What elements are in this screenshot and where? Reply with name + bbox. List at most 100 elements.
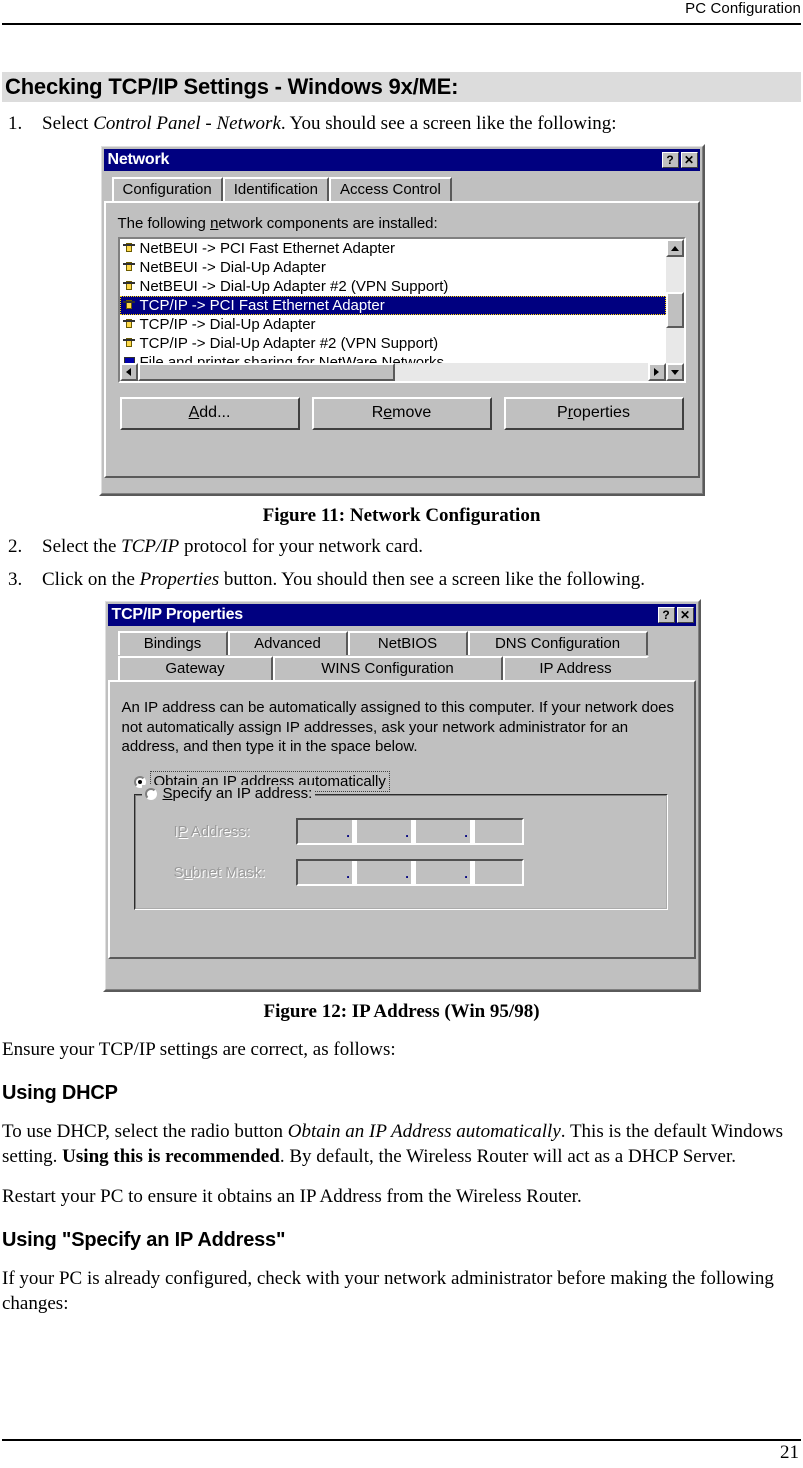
page-number: 21: [780, 1442, 799, 1463]
step-2-number: 2.: [8, 536, 23, 558]
hscroll-thumb[interactable]: [137, 363, 395, 382]
list-item[interactable]: NetBEUI -> PCI Fast Ethernet Adapter: [120, 239, 666, 258]
list-item-label: TCP/IP -> Dial-Up Adapter: [139, 316, 316, 334]
horizontal-scrollbar[interactable]: [119, 363, 666, 382]
network-configuration-page: The following network components are ins…: [103, 201, 700, 479]
list-item-label: NetBEUI -> Dial-Up Adapter #2 (VPN Suppo…: [139, 278, 449, 296]
page-footer: 21: [2, 1439, 801, 1464]
list-item[interactable]: File and printer sharing for NetWare Net…: [120, 353, 666, 364]
radio-specify-address[interactable]: [144, 787, 157, 800]
ip-octet-1[interactable]: [298, 820, 345, 843]
step-3-emphasis: Properties: [139, 568, 220, 590]
list-item[interactable]: NetBEUI -> Dial-Up Adapter #2 (VPN Suppo…: [120, 277, 666, 296]
add-button-mnemonic: A: [188, 404, 200, 422]
subnet-label-post: bnet Mask:: [191, 864, 266, 882]
vertical-scrollbar[interactable]: [665, 239, 684, 382]
hscroll-track[interactable]: [394, 363, 648, 382]
tab-gateway[interactable]: Gateway: [117, 655, 273, 680]
specify-label: Specify an IP address:: [163, 785, 313, 802]
protocol-icon: [122, 242, 137, 256]
step-3-text: Click on the Properties button. You shou…: [42, 567, 801, 592]
components-label-post: etwork components are installed:: [218, 215, 438, 233]
subnet-octet-4[interactable]: [475, 861, 522, 884]
tab-dns-configuration[interactable]: DNS Configuration: [467, 630, 648, 655]
step-1-post: . You should see a screen like the follo…: [280, 113, 617, 134]
add-button[interactable]: Add...: [119, 397, 300, 431]
components-list-label: The following network components are ins…: [118, 215, 686, 232]
subnet-label-pre: S: [173, 864, 184, 882]
step-3: 3. Click on the Properties button. You s…: [2, 567, 801, 592]
subnet-octet-2[interactable]: [357, 861, 404, 884]
network-dialog-frame: Network ? ✕ Configuration Identification…: [100, 146, 703, 495]
tab-advanced[interactable]: Advanced: [227, 630, 348, 655]
protocol-icon: [122, 337, 137, 351]
section-heading-title: Checking TCP/IP Settings - Windows 9x/ME…: [5, 74, 459, 99]
ip-octet-4[interactable]: [475, 820, 522, 843]
page-header: PC Configuration: [0, 0, 803, 28]
tab-ip-address[interactable]: IP Address: [502, 655, 649, 680]
network-dialog-titlebar: Network ? ✕: [103, 149, 700, 172]
tab-configuration[interactable]: Configuration: [111, 177, 223, 202]
remove-button-mnemonic: e: [383, 404, 393, 422]
chevron-down-icon: [670, 369, 679, 375]
tab-access-control[interactable]: Access Control: [328, 177, 452, 202]
ip-address-label: IP Address:: [146, 823, 296, 840]
vscroll-track-top[interactable]: [665, 257, 684, 293]
specify-ip-option[interactable]: Specify an IP address:: [141, 785, 316, 803]
specify-ip-paragraph: If your PC is already configured, check …: [2, 1267, 774, 1315]
tcpip-properties-dialog[interactable]: TCP/IP Properties ? ✕ Bindings Advanced …: [102, 598, 701, 992]
remove-button[interactable]: Remove: [311, 397, 492, 431]
network-components-listbox[interactable]: NetBEUI -> PCI Fast Ethernet Adapter Net…: [117, 237, 686, 384]
components-label-pre: The following: [117, 215, 211, 233]
list-item[interactable]: TCP/IP -> Dial-Up Adapter #2 (VPN Suppor…: [120, 334, 666, 353]
ip-address-row: IP Address: . . .: [146, 818, 656, 846]
section-heading-bar: Checking TCP/IP Settings - Windows 9x/ME…: [2, 72, 801, 102]
network-dialog[interactable]: Network ? ✕ Configuration Identification…: [98, 144, 705, 497]
ip-dot-2: .: [405, 825, 409, 841]
subnet-octet-1[interactable]: [298, 861, 345, 884]
vscroll-track-bottom[interactable]: [665, 328, 684, 364]
close-icon[interactable]: ✕: [676, 606, 694, 623]
list-item-label: NetBEUI -> PCI Fast Ethernet Adapter: [139, 240, 396, 258]
scroll-left-button[interactable]: [119, 363, 138, 382]
list-item[interactable]: TCP/IP -> Dial-Up Adapter: [120, 315, 666, 334]
properties-button[interactable]: Properties: [503, 397, 684, 431]
running-header-title: PC Configuration: [685, 0, 801, 17]
help-icon[interactable]: ?: [661, 152, 679, 169]
tab-bindings[interactable]: Bindings: [117, 630, 228, 655]
chevron-left-icon: [126, 368, 131, 377]
list-item-label: NetBEUI -> Dial-Up Adapter: [139, 259, 326, 277]
subnet-octet-3[interactable]: [416, 861, 463, 884]
step-2-text: Select the TCP/IP protocol for your netw…: [42, 534, 801, 559]
tab-wins-configuration[interactable]: WINS Configuration: [272, 655, 503, 680]
ip-address-input[interactable]: . . .: [295, 818, 524, 846]
list-item-label: File and printer sharing for NetWare Net…: [139, 354, 445, 364]
components-list[interactable]: NetBEUI -> PCI Fast Ethernet Adapter Net…: [119, 239, 666, 364]
scroll-right-button[interactable]: [647, 363, 666, 382]
subnet-dot-3: .: [464, 866, 468, 882]
vscroll-thumb[interactable]: [665, 292, 684, 329]
list-item-selected[interactable]: TCP/IP -> PCI Fast Ethernet Adapter: [119, 296, 666, 316]
network-tabstrip: Configuration Identification Access Cont…: [104, 171, 700, 202]
tab-netbios[interactable]: NetBIOS: [347, 630, 468, 655]
dhcp-paragraph: To use DHCP, select the radio button Obt…: [2, 1119, 801, 1170]
ip-octet-3[interactable]: [416, 820, 463, 843]
tab-identification[interactable]: Identification: [222, 177, 329, 202]
tcpip-dialog-titlebar: TCP/IP Properties ? ✕: [107, 603, 696, 626]
scroll-up-button[interactable]: [665, 239, 684, 258]
heading-using-dhcp: Using DHCP: [2, 1082, 118, 1105]
network-dialog-buttons: Add... Remove Properties: [118, 397, 686, 431]
step-2: 2. Select the TCP/IP protocol for your n…: [2, 534, 801, 559]
list-item[interactable]: NetBEUI -> Dial-Up Adapter: [120, 258, 666, 277]
specify-label-mnemonic: S: [162, 785, 173, 803]
ip-address-description: An IP address can be automatically assig…: [121, 698, 675, 756]
tcpip-dialog-frame: TCP/IP Properties ? ✕ Bindings Advanced …: [104, 600, 699, 990]
scroll-down-button[interactable]: [665, 363, 684, 382]
subnet-mask-input[interactable]: . . .: [295, 859, 524, 887]
header-rule: [2, 23, 801, 25]
ip-octet-2[interactable]: [357, 820, 404, 843]
close-icon[interactable]: ✕: [680, 152, 698, 169]
help-icon[interactable]: ?: [657, 606, 675, 623]
properties-button-pre: P: [557, 404, 568, 422]
ip-dot-1: .: [346, 825, 350, 841]
